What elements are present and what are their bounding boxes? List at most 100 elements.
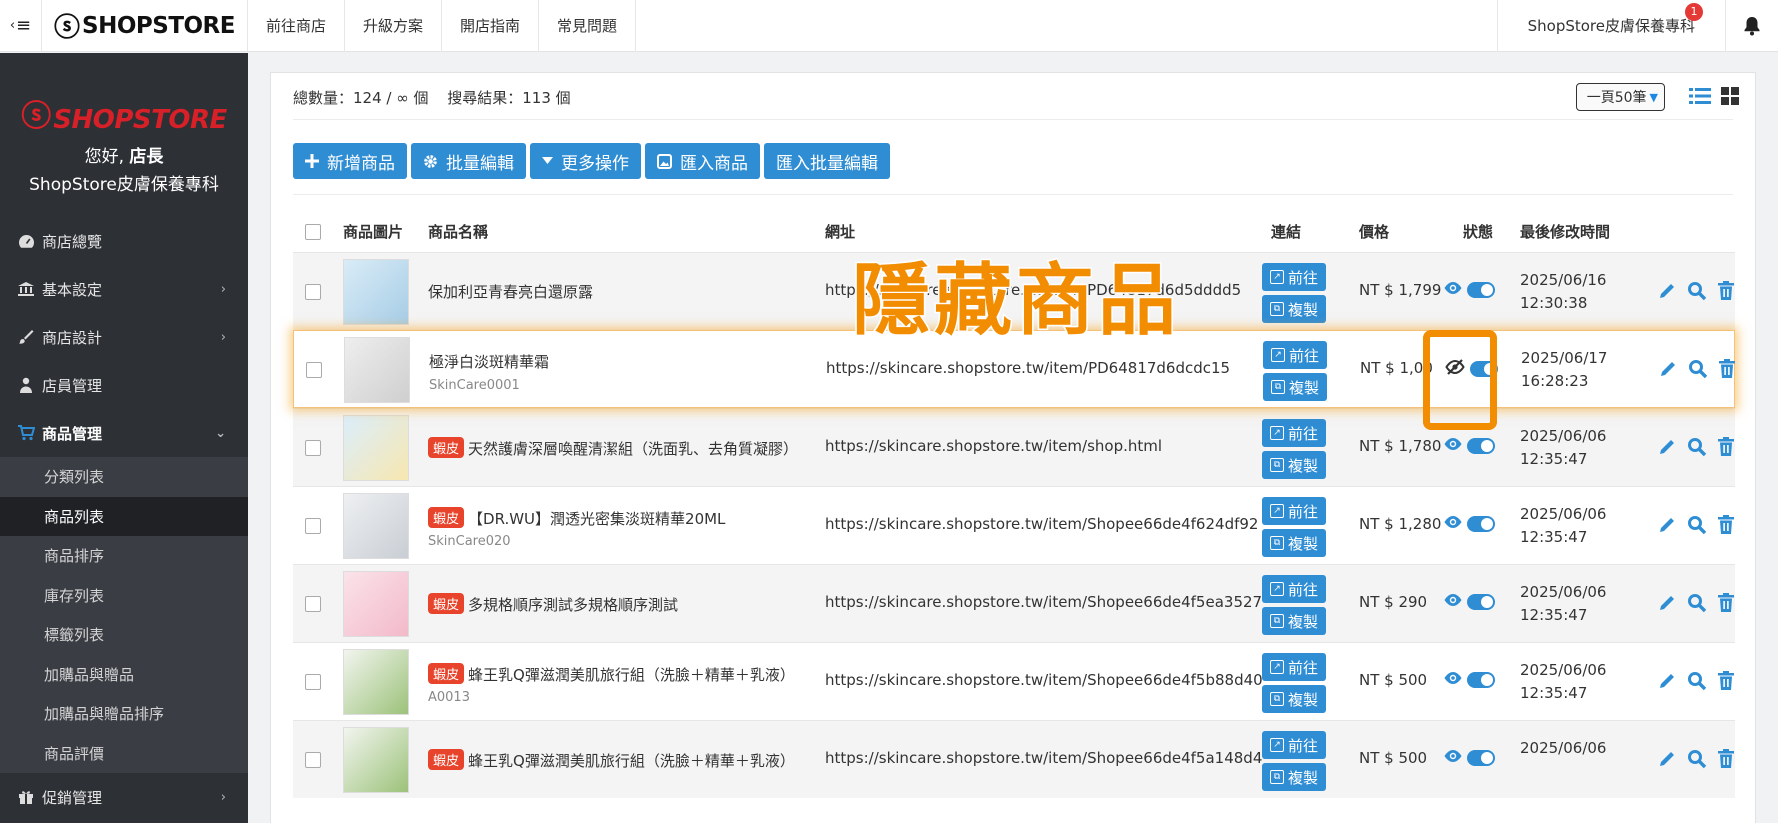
product-thumbnail[interactable]	[344, 337, 410, 403]
go-button[interactable]: ↗ 前往	[1262, 263, 1326, 291]
sidebar-subitem-tags[interactable]: 標籤列表	[0, 615, 248, 655]
per-page-select[interactable]: 一頁50筆 ▼	[1575, 83, 1665, 111]
product-name[interactable]: 蝦皮 蜂王乳Q彈滋潤美肌旅行組（洗臉＋精華＋乳液）	[428, 749, 808, 771]
table-row[interactable]: 蝦皮 天然護膚深層喚醒清潔組（洗面乳、去角質凝膠） https://skincar…	[293, 408, 1735, 486]
select-all-checkbox[interactable]	[305, 224, 321, 240]
product-name[interactable]: 蝦皮 天然護膚深層喚醒清潔組（洗面乳、去角質凝膠）	[428, 437, 808, 459]
search-icon[interactable]	[1687, 437, 1707, 457]
product-thumbnail[interactable]	[343, 493, 409, 559]
go-button[interactable]: ↗ 前往	[1263, 341, 1327, 369]
sidebar-subitem-inventory[interactable]: 庫存列表	[0, 576, 248, 616]
sidebar-subitem-addons-gifts-sort[interactable]: 加購品與贈品排序	[0, 694, 248, 734]
product-name[interactable]: 蝦皮 多規格順序測試多規格順序測試	[428, 593, 808, 615]
row-checkbox[interactable]	[305, 674, 321, 690]
add-product-button[interactable]: 新增商品	[293, 143, 407, 179]
sidebar-item-store-design[interactable]: 商店設計 ›	[0, 313, 248, 361]
import-products-button[interactable]: 匯入商品	[645, 143, 760, 179]
edit-icon[interactable]	[1658, 359, 1678, 379]
eye-icon[interactable]	[1443, 671, 1463, 689]
trash-icon[interactable]	[1717, 281, 1735, 301]
product-name[interactable]: 蝦皮 蜂王乳Q彈滋潤美肌旅行組（洗臉＋精華＋乳液）	[428, 663, 808, 685]
go-button[interactable]: ↗ 前往	[1262, 419, 1326, 447]
trash-icon[interactable]	[1718, 359, 1736, 379]
eye-icon[interactable]	[1443, 515, 1463, 533]
product-thumbnail[interactable]	[343, 649, 409, 715]
edit-icon[interactable]	[1657, 671, 1677, 691]
product-name[interactable]: 蝦皮 【DR.WU】潤透光密集淡斑精華20ML	[428, 507, 808, 529]
row-checkbox[interactable]	[305, 440, 321, 456]
table-row[interactable]: 蝦皮 【DR.WU】潤透光密集淡斑精華20ML SkinCare020 https…	[293, 486, 1735, 564]
sidebar-subitem-categories[interactable]: 分類列表	[0, 457, 248, 497]
product-thumbnail[interactable]	[343, 259, 409, 325]
bell-icon[interactable]	[1726, 16, 1778, 36]
search-icon[interactable]	[1687, 749, 1707, 769]
column-name[interactable]: 商品名稱	[428, 221, 488, 242]
nav-upgrade[interactable]: 升級方案	[345, 0, 443, 52]
product-thumbnail[interactable]	[343, 415, 409, 481]
trash-icon[interactable]	[1717, 593, 1735, 613]
status-toggle[interactable]	[1467, 282, 1495, 298]
product-name[interactable]: 極淨白淡斑精華霜	[429, 351, 809, 372]
search-icon[interactable]	[1687, 281, 1707, 301]
eye-icon[interactable]	[1443, 281, 1463, 299]
product-thumbnail[interactable]	[343, 727, 409, 793]
edit-icon[interactable]	[1657, 281, 1677, 301]
edit-icon[interactable]	[1657, 515, 1677, 535]
copy-button[interactable]: ⧉ 複製	[1262, 607, 1326, 635]
row-checkbox[interactable]	[306, 362, 322, 378]
status-toggle[interactable]	[1467, 672, 1495, 688]
import-batch-edit-button[interactable]: 匯入批量編輯	[764, 143, 890, 179]
nav-go-store[interactable]: 前往商店	[248, 0, 346, 52]
sidebar-item-promotions[interactable]: 促銷管理 ›	[0, 773, 248, 821]
go-button[interactable]: ↗ 前往	[1262, 731, 1326, 759]
edit-icon[interactable]	[1657, 749, 1677, 769]
sidebar-subitem-product-sort[interactable]: 商品排序	[0, 536, 248, 576]
status-toggle[interactable]	[1467, 516, 1495, 532]
status-toggle[interactable]	[1467, 594, 1495, 610]
edit-icon[interactable]	[1657, 437, 1677, 457]
row-checkbox[interactable]	[305, 752, 321, 768]
search-icon[interactable]	[1687, 671, 1707, 691]
product-thumbnail[interactable]	[343, 571, 409, 637]
copy-button[interactable]: ⧉ 複製	[1262, 685, 1326, 713]
grid-view-icon[interactable]	[1721, 87, 1739, 109]
trash-icon[interactable]	[1717, 437, 1735, 457]
search-icon[interactable]	[1687, 593, 1707, 613]
row-checkbox[interactable]	[305, 518, 321, 534]
sidebar-item-staff[interactable]: 店員管理	[0, 361, 248, 409]
status-toggle[interactable]	[1467, 750, 1495, 766]
eye-icon[interactable]	[1443, 593, 1463, 611]
table-row[interactable]: 蝦皮 蜂王乳Q彈滋潤美肌旅行組（洗臉＋精華＋乳液） A0013 https://s…	[293, 642, 1735, 720]
search-icon[interactable]	[1687, 515, 1707, 535]
go-button[interactable]: ↗ 前往	[1262, 497, 1326, 525]
search-icon[interactable]	[1688, 359, 1708, 379]
product-name[interactable]: 保加利亞青春亮白還原露	[428, 281, 808, 302]
column-modified[interactable]: 最後修改時間	[1520, 221, 1610, 242]
menu-toggle-button[interactable]: ‹ ≡	[0, 0, 42, 52]
eye-icon[interactable]	[1443, 437, 1463, 455]
trash-icon[interactable]	[1717, 515, 1735, 535]
go-button[interactable]: ↗ 前往	[1262, 575, 1326, 603]
copy-button[interactable]: ⧉ 複製	[1263, 373, 1327, 401]
list-view-icon[interactable]	[1689, 87, 1711, 109]
go-button[interactable]: ↗ 前往	[1262, 653, 1326, 681]
trash-icon[interactable]	[1717, 749, 1735, 769]
copy-button[interactable]: ⧉ 複製	[1262, 763, 1326, 791]
status-toggle[interactable]	[1467, 438, 1495, 454]
trash-icon[interactable]	[1717, 671, 1735, 691]
top-logo[interactable]: ⓢ SHOPSTORE	[42, 0, 248, 52]
nav-faq[interactable]: 常見問題	[539, 0, 637, 52]
column-price[interactable]: 價格	[1359, 221, 1389, 242]
nav-guide[interactable]: 開店指南	[442, 0, 540, 52]
batch-edit-button[interactable]: 批量編輯	[411, 143, 526, 179]
edit-icon[interactable]	[1657, 593, 1677, 613]
copy-button[interactable]: ⧉ 複製	[1262, 451, 1326, 479]
row-checkbox[interactable]	[305, 284, 321, 300]
sidebar-subitem-reviews[interactable]: 商品評價	[0, 734, 248, 774]
sidebar-item-products[interactable]: 商品管理 ⌄	[0, 409, 248, 457]
sidebar-item-basic-settings[interactable]: 基本設定 ›	[0, 265, 248, 313]
sidebar-subitem-addons-gifts[interactable]: 加購品與贈品	[0, 655, 248, 695]
sidebar-subitem-product-list[interactable]: 商品列表	[0, 496, 248, 536]
sidebar-item-overview[interactable]: 商店總覽	[0, 217, 248, 265]
copy-button[interactable]: ⧉ 複製	[1262, 529, 1326, 557]
